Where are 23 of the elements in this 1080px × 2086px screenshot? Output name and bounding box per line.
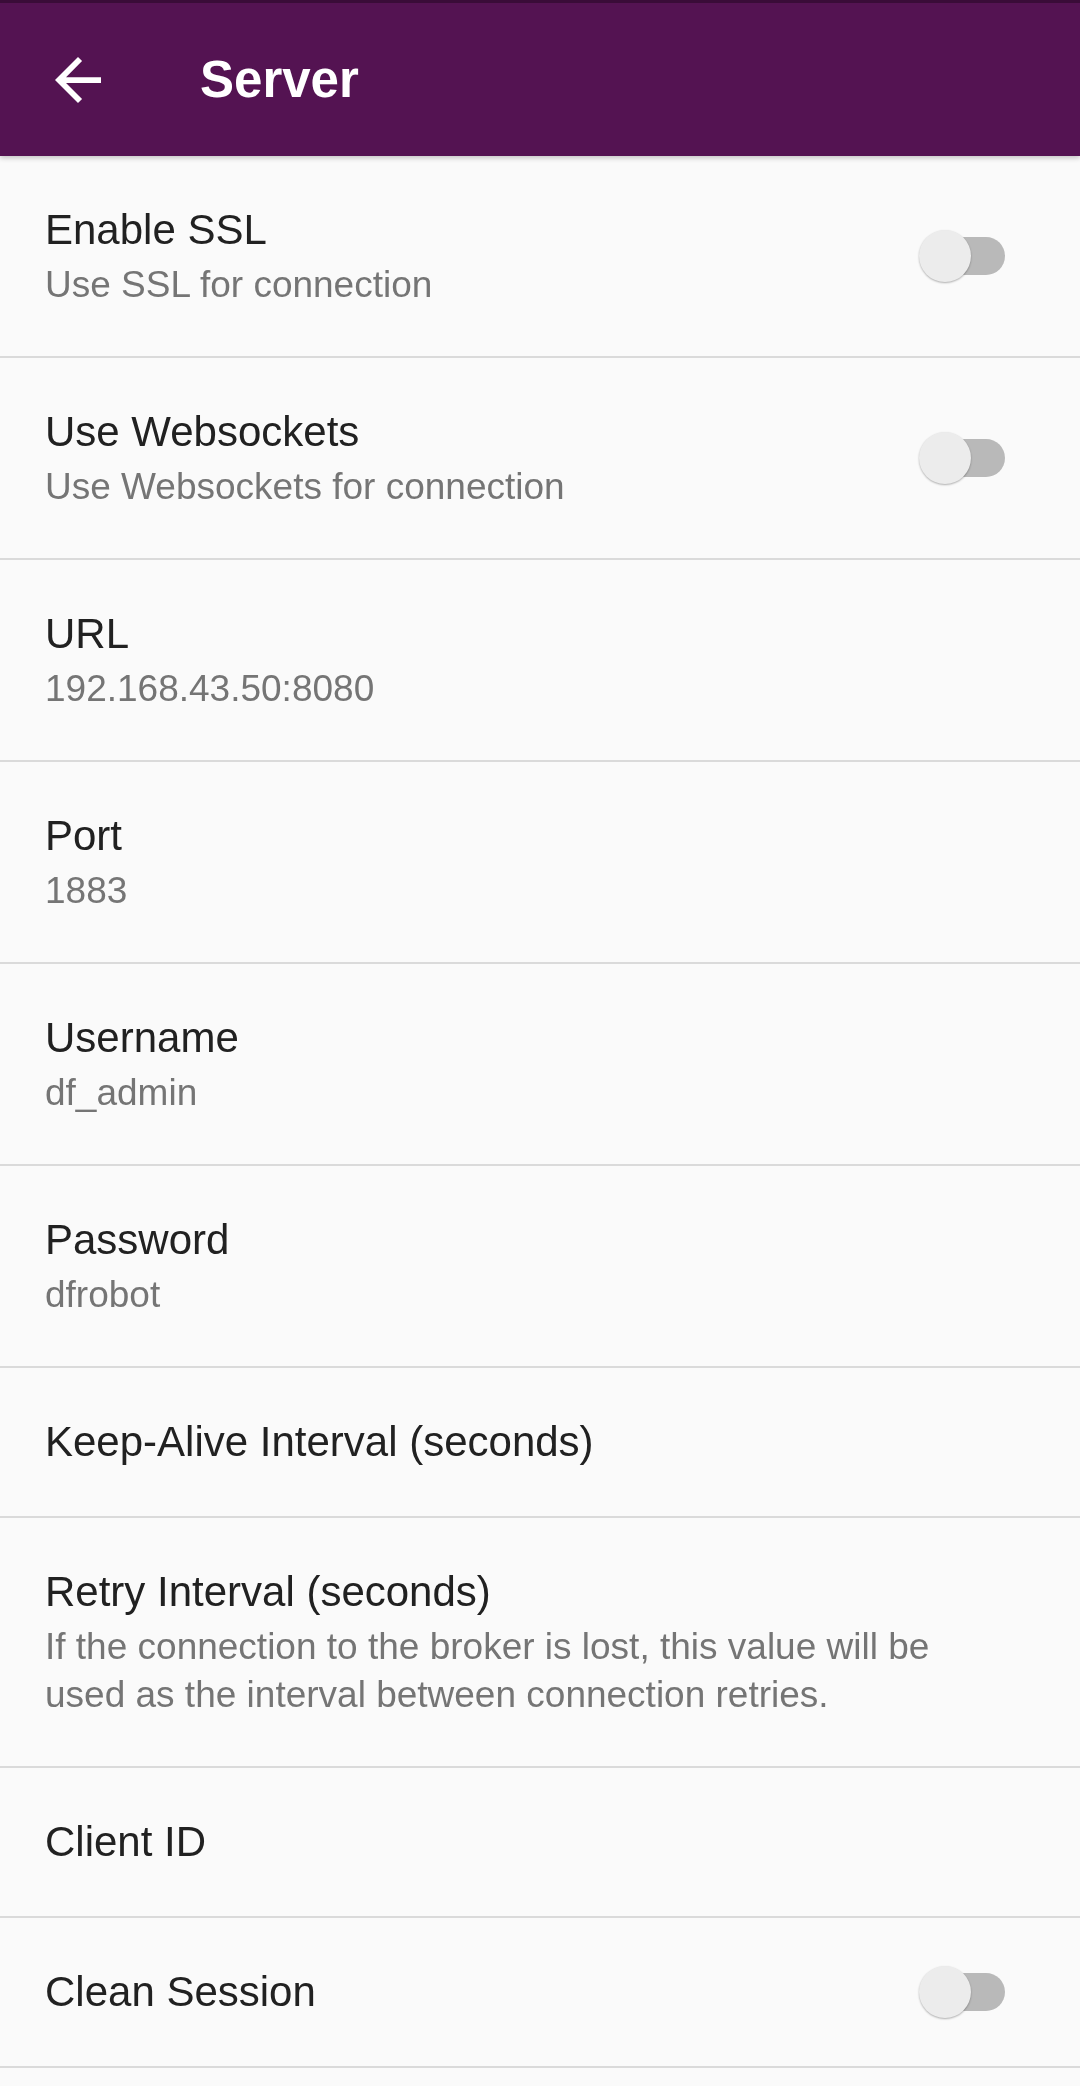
screen-title: Server bbox=[200, 49, 359, 110]
preference-title: Port bbox=[45, 811, 124, 861]
preference-title: Password bbox=[45, 1215, 231, 1265]
preference-summary: 1883 bbox=[45, 869, 129, 913]
preference-summary: Use SSL for connection bbox=[45, 263, 434, 307]
preference-summary: df_admin bbox=[45, 1071, 199, 1115]
preference-title: URL bbox=[45, 609, 131, 659]
preference-title: Retry Interval (seconds) bbox=[45, 1567, 492, 1617]
back-arrow-icon bbox=[55, 56, 101, 103]
preference-summary: Use Websockets for connection bbox=[45, 465, 566, 509]
preference-title: Username bbox=[45, 1013, 240, 1063]
toggle-switch[interactable] bbox=[919, 1966, 1005, 2018]
preference-summary: 192.168.43.50:8080 bbox=[45, 667, 376, 711]
preference-title: Enable SSL bbox=[45, 205, 268, 255]
preference-title: Keep-Alive Interval (seconds) bbox=[45, 1417, 595, 1467]
back-button[interactable] bbox=[55, 56, 101, 103]
preference-summary: dfrobot bbox=[45, 1273, 162, 1317]
toggle-switch[interactable] bbox=[919, 230, 1005, 282]
preference-title: Clean Session bbox=[45, 1967, 317, 2017]
toggle-switch[interactable] bbox=[919, 432, 1005, 484]
preference-title: Use Websockets bbox=[45, 407, 361, 457]
preference-summary: If the connection to the broker is lost, this value will be used as the interval between connection retries. bbox=[45, 1625, 931, 1717]
preference-title: Client ID bbox=[45, 1817, 208, 1867]
